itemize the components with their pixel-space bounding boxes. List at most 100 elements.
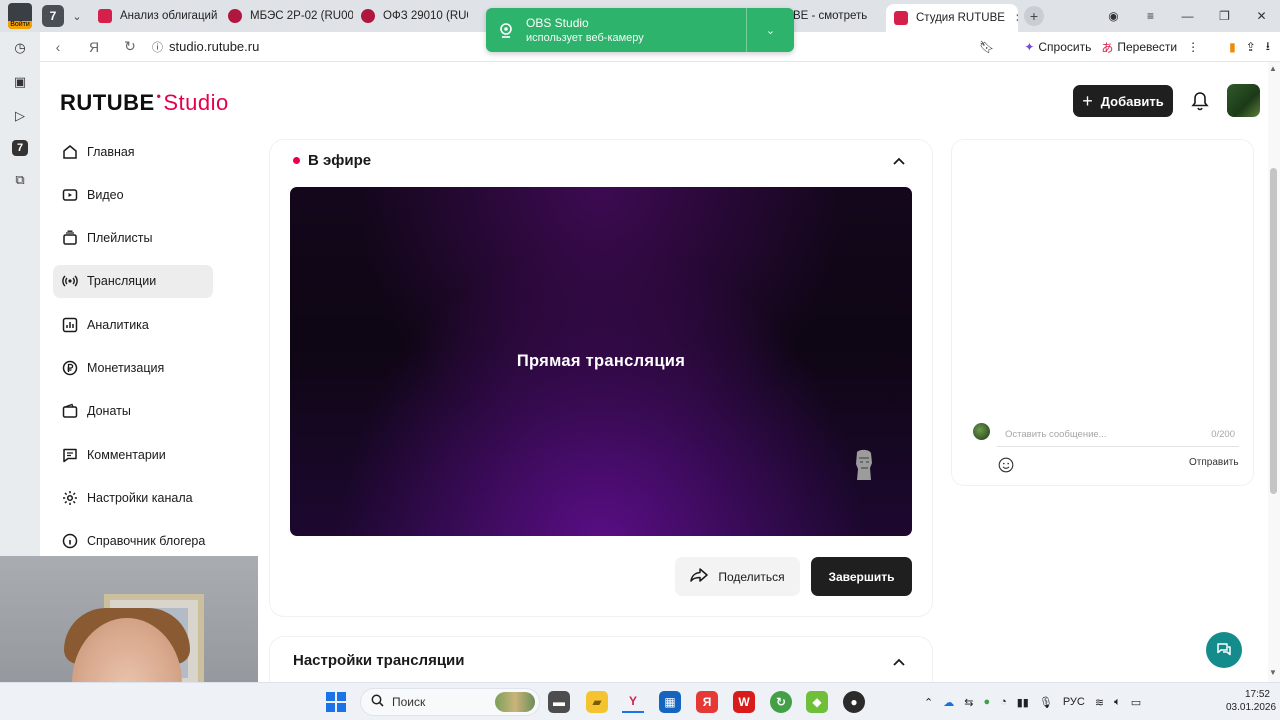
browser-menu-icon[interactable]: ≡ — [1132, 9, 1169, 23]
minimize-icon[interactable]: — — [1169, 9, 1206, 23]
reload-icon[interactable]: ↻ — [112, 38, 148, 55]
sidebar-item-analytics[interactable]: Аналитика — [53, 308, 213, 341]
sync-icon[interactable]: ◔ — [1000, 696, 1007, 708]
terminal-app-icon[interactable]: ▬ — [548, 691, 570, 713]
live-video-player[interactable]: Прямая трансляция — [290, 187, 912, 536]
end-broadcast-button[interactable]: Завершить — [811, 557, 912, 596]
maximize-icon[interactable]: ❐ — [1206, 9, 1243, 23]
tab-count-badge[interactable]: 7 — [42, 5, 64, 27]
scrollbar-thumb[interactable] — [1270, 168, 1277, 494]
channel-avatar[interactable] — [1227, 84, 1260, 117]
chat-user-avatar — [973, 423, 990, 440]
info-icon — [61, 532, 79, 550]
sidebar-item-playlists[interactable]: Плейлисты — [53, 222, 213, 255]
store-icon[interactable]: ▦ — [659, 691, 681, 713]
collections-icon[interactable]: ▣ — [10, 72, 30, 92]
share-button[interactable]: Поделиться — [675, 557, 800, 596]
play-icon[interactable]: ▷ — [10, 106, 30, 126]
utorrent-tray-icon[interactable]: ● — [983, 696, 990, 708]
downloads-icon[interactable]: ⭳ — [1266, 37, 1270, 58]
share-label: Поделиться — [718, 569, 785, 584]
home-icon — [61, 143, 79, 161]
bluestacks-icon[interactable]: ◆ — [806, 691, 828, 713]
logo-main: RUTUBE — [60, 90, 155, 115]
sidebar-item-label: Аналитика — [87, 317, 149, 332]
more-icon[interactable]: ⋮ — [1187, 40, 1199, 54]
scroll-up-icon[interactable]: ▲ — [1269, 64, 1277, 73]
extension-icon[interactable]: ▮ — [1229, 40, 1236, 54]
scroll-down-icon[interactable]: ▼ — [1269, 668, 1277, 677]
language-indicator[interactable]: РУС — [1063, 696, 1085, 708]
tab-list-chevron-icon[interactable]: ⌄ — [64, 10, 90, 23]
yandex-icon[interactable]: Я — [696, 691, 718, 713]
battery-icon[interactable]: ▭ — [1131, 696, 1141, 709]
bookmark-icon[interactable]: 🔖︎ — [979, 40, 994, 54]
sidebar-item-label: Монетизация — [87, 360, 165, 375]
obs-studio-icon[interactable]: ● — [843, 691, 865, 713]
webcam-icon — [486, 21, 526, 39]
emoji-icon[interactable] — [997, 456, 1015, 474]
sidebar-item-comments[interactable]: Комментарии — [53, 438, 213, 471]
chevron-up-icon[interactable] — [891, 153, 907, 169]
tab-title: Студия RUTUBE — [916, 12, 1005, 24]
file-explorer-icon[interactable]: ▰ — [586, 691, 608, 713]
sidebar-item-channel-settings[interactable]: Настройки канала — [53, 481, 213, 514]
taskbar-clock[interactable]: 17:52 03.01.2026 — [1226, 688, 1276, 714]
translate-button[interactable]: あ Перевести — [1101, 39, 1177, 56]
chat-char-counter: 0/200 — [1211, 429, 1235, 440]
chevron-up-icon[interactable] — [891, 654, 907, 670]
extension-icon[interactable]: ◉ — [1095, 9, 1132, 23]
sidebar-item-home[interactable]: Главная — [53, 135, 213, 168]
live-heading: В эфире — [293, 152, 371, 169]
share-arrow-icon — [690, 568, 709, 585]
rutube-studio-logo[interactable]: RUTUBE • Studio — [60, 89, 229, 116]
profile-avatar[interactable]: Войти — [0, 0, 40, 32]
chevron-down-icon[interactable]: ⌄ — [746, 8, 794, 52]
taskbar-search[interactable]: Поиск — [360, 688, 540, 716]
audio-meter-icon[interactable]: ▮▮ — [1017, 696, 1029, 709]
sidebar-item-monetization[interactable]: Монетизация — [53, 351, 213, 384]
sidebar-item-label: Донаты — [87, 404, 131, 419]
history-icon[interactable]: ◷ — [10, 38, 30, 58]
site-info-icon[interactable]: ⓘ — [152, 39, 163, 55]
url-field[interactable]: studio.rutube.ru — [169, 39, 259, 54]
browser-tab-ofz[interactable]: ОФЗ 29010 (RU00 — [353, 2, 468, 30]
chat-message-input[interactable]: Оставить сообщение... 0/200 — [997, 423, 1239, 447]
screenshot-icon[interactable]: ⧉ — [10, 170, 30, 190]
obs-webcam-notification[interactable]: OBS Studio использует веб-камеру ⌄ — [486, 8, 794, 52]
window-controls: ◉ ≡ — ❐ ✕ — [1095, 0, 1280, 32]
microphone-icon[interactable]: 🎙︎ — [1039, 696, 1053, 709]
close-window-icon[interactable]: ✕ — [1243, 9, 1280, 23]
network-manager-icon[interactable]: ⇆ — [964, 696, 973, 709]
onedrive-icon[interactable]: ☁ — [943, 696, 954, 709]
browser-tab-bonds[interactable]: Анализ облигаций — [90, 2, 220, 30]
logo-studio: Studio — [163, 90, 229, 115]
yandex-browser-icon[interactable]: Y — [622, 691, 644, 713]
notifications-bell-icon[interactable] — [1189, 88, 1211, 114]
new-tab-button[interactable]: + — [1024, 6, 1044, 26]
support-chat-button[interactable] — [1206, 632, 1242, 668]
utorrent-icon[interactable]: ↻ — [770, 691, 792, 713]
clock-time: 17:52 — [1244, 689, 1270, 700]
wps-office-icon[interactable]: W — [733, 691, 755, 713]
player-title: Прямая трансляция — [516, 352, 686, 370]
volume-icon[interactable]: 🔈︎ — [1114, 696, 1121, 709]
windows-start-icon[interactable] — [326, 692, 346, 712]
sidebar-item-donations[interactable]: Донаты — [53, 395, 213, 428]
tray-expand-icon[interactable]: ⌃ — [924, 696, 933, 709]
browser-tab-mbes[interactable]: МБЭС 2Р-02 (RU00 — [220, 2, 353, 30]
ask-button[interactable]: ✦ Спросить — [1024, 40, 1091, 54]
notification-message: использует веб-камеру — [526, 32, 644, 44]
sidepanel-badge[interactable]: 7 — [12, 140, 28, 156]
sidebar-item-video[interactable]: Видео — [53, 178, 213, 211]
share-page-icon[interactable]: ⇪ — [1246, 40, 1256, 54]
sidebar-item-broadcasts[interactable]: Трансляции — [53, 264, 213, 298]
back-icon[interactable]: ‹ — [40, 39, 76, 55]
sidebar-item-blogger-guide[interactable]: Справочник блогера — [53, 525, 213, 558]
wifi-icon[interactable]: ≋ — [1095, 696, 1104, 709]
send-message-button[interactable]: Отправить — [1189, 457, 1239, 468]
add-button[interactable]: + Добавить — [1073, 85, 1173, 117]
browser-tab-studio[interactable]: Студия RUTUBE ✕ — [886, 4, 1018, 32]
close-tab-icon[interactable]: ✕ — [1015, 11, 1018, 25]
yandex-icon[interactable]: Я — [76, 39, 112, 55]
